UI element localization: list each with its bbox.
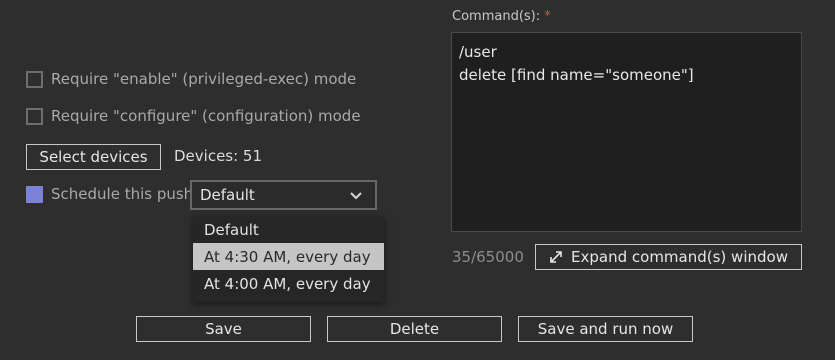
command-push-form: Require "enable" (privileged-exec) mode … [0,0,835,360]
schedule-row[interactable]: Schedule this push [26,185,193,203]
schedule-option-highlighted[interactable]: At 4:30 AM, every day [193,243,384,270]
expand-command-button[interactable]: Expand command(s) window [535,244,802,270]
schedule-select[interactable]: Default [190,180,377,210]
command-label-text: Command(s): [452,9,541,24]
save-button[interactable]: Save [136,316,311,342]
schedule-select-value: Default [200,186,255,204]
command-line: delete [find name="someone"] [459,66,694,84]
char-count: 35/65000 [452,248,524,266]
schedule-label: Schedule this push [51,185,194,203]
command-line: /user [459,43,497,61]
select-devices-button[interactable]: Select devices [26,144,161,170]
enable-mode-checkbox[interactable] [26,70,43,88]
chevron-down-icon [350,192,362,200]
enable-mode-label: Require "enable" (privileged-exec) mode [51,70,357,88]
configure-mode-row[interactable]: Require "configure" (configuration) mode [26,107,361,125]
expand-arrows-icon [550,251,562,263]
devices-count: Devices: 51 [174,147,263,165]
expand-command-label: Expand command(s) window [571,248,788,266]
save-and-run-button[interactable]: Save and run now [518,316,693,342]
required-marker: * [544,9,551,24]
schedule-option[interactable]: Default [193,216,384,243]
schedule-dropdown: Default At 4:30 AM, every day At 4:00 AM… [193,216,384,302]
schedule-option[interactable]: At 4:00 AM, every day [193,270,384,297]
configure-mode-label: Require "configure" (configuration) mode [51,107,361,125]
command-textarea[interactable]: /user delete [find name="someone"] [451,32,802,232]
configure-mode-checkbox[interactable] [26,107,43,125]
enable-mode-row[interactable]: Require "enable" (privileged-exec) mode [26,70,356,88]
schedule-checkbox[interactable] [26,185,43,203]
command-label: Command(s): * [452,9,551,24]
delete-button[interactable]: Delete [327,316,502,342]
